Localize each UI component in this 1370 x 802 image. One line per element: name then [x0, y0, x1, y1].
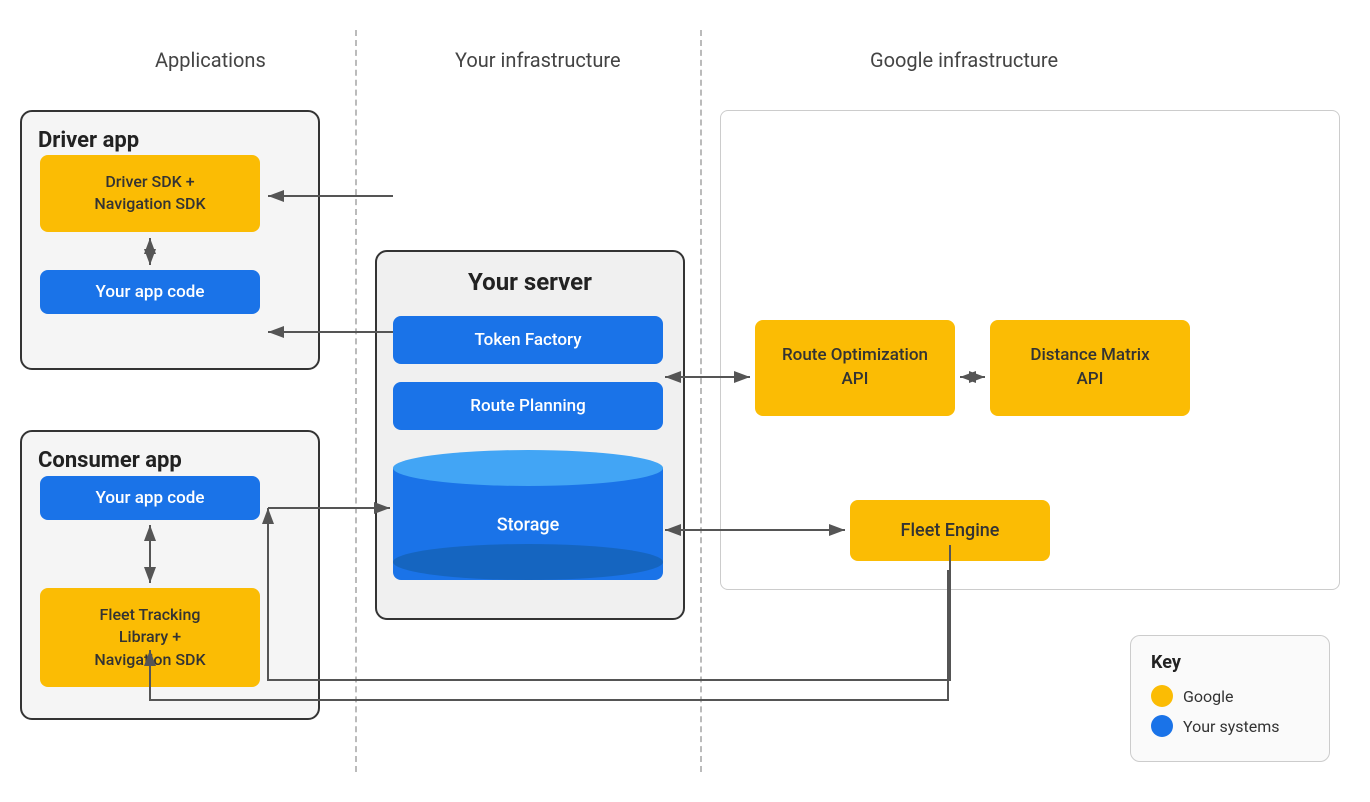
- fleet-engine-pill: Fleet Engine: [850, 500, 1050, 561]
- cylinder-ellipse-top: [393, 450, 663, 486]
- key-your-systems-label: Your systems: [1183, 717, 1280, 736]
- storage-label: Storage: [497, 515, 560, 536]
- key-box: Key Google Your systems: [1130, 635, 1330, 762]
- divider-infra-google: [700, 30, 702, 772]
- key-your-systems-circle: [1151, 715, 1173, 737]
- diagram-container: Applications Your infrastructure Google …: [0, 0, 1370, 802]
- key-title: Key: [1151, 652, 1309, 673]
- token-factory-pill: Token Factory: [393, 316, 663, 364]
- key-google-label: Google: [1183, 687, 1234, 706]
- section-google-infra-label: Google infrastructure: [870, 48, 1058, 72]
- driver-app-title: Driver app: [38, 128, 302, 153]
- route-optimization-pill: Route Optimization API: [755, 320, 955, 416]
- divider-applications-infra: [355, 30, 357, 772]
- driver-app-code-pill: Your app code: [40, 270, 260, 314]
- driver-app-box: Driver app: [20, 110, 320, 370]
- distance-matrix-pill: Distance Matrix API: [990, 320, 1190, 416]
- storage-cylinder: Storage: [393, 450, 663, 580]
- route-planning-pill: Route Planning: [393, 382, 663, 430]
- key-google-item: Google: [1151, 685, 1309, 707]
- consumer-app-title: Consumer app: [38, 448, 302, 473]
- key-google-circle: [1151, 685, 1173, 707]
- server-title: Your server: [393, 268, 667, 296]
- section-your-infra-label: Your infrastructure: [455, 48, 621, 72]
- section-applications-label: Applications: [155, 48, 266, 72]
- key-your-systems-item: Your systems: [1151, 715, 1309, 737]
- fleet-tracking-pill: Fleet Tracking Library + Navigation SDK: [40, 588, 260, 687]
- cylinder-ellipse-bottom: [393, 544, 663, 580]
- driver-sdk-pill: Driver SDK + Navigation SDK: [40, 155, 260, 232]
- consumer-app-code-pill: Your app code: [40, 476, 260, 520]
